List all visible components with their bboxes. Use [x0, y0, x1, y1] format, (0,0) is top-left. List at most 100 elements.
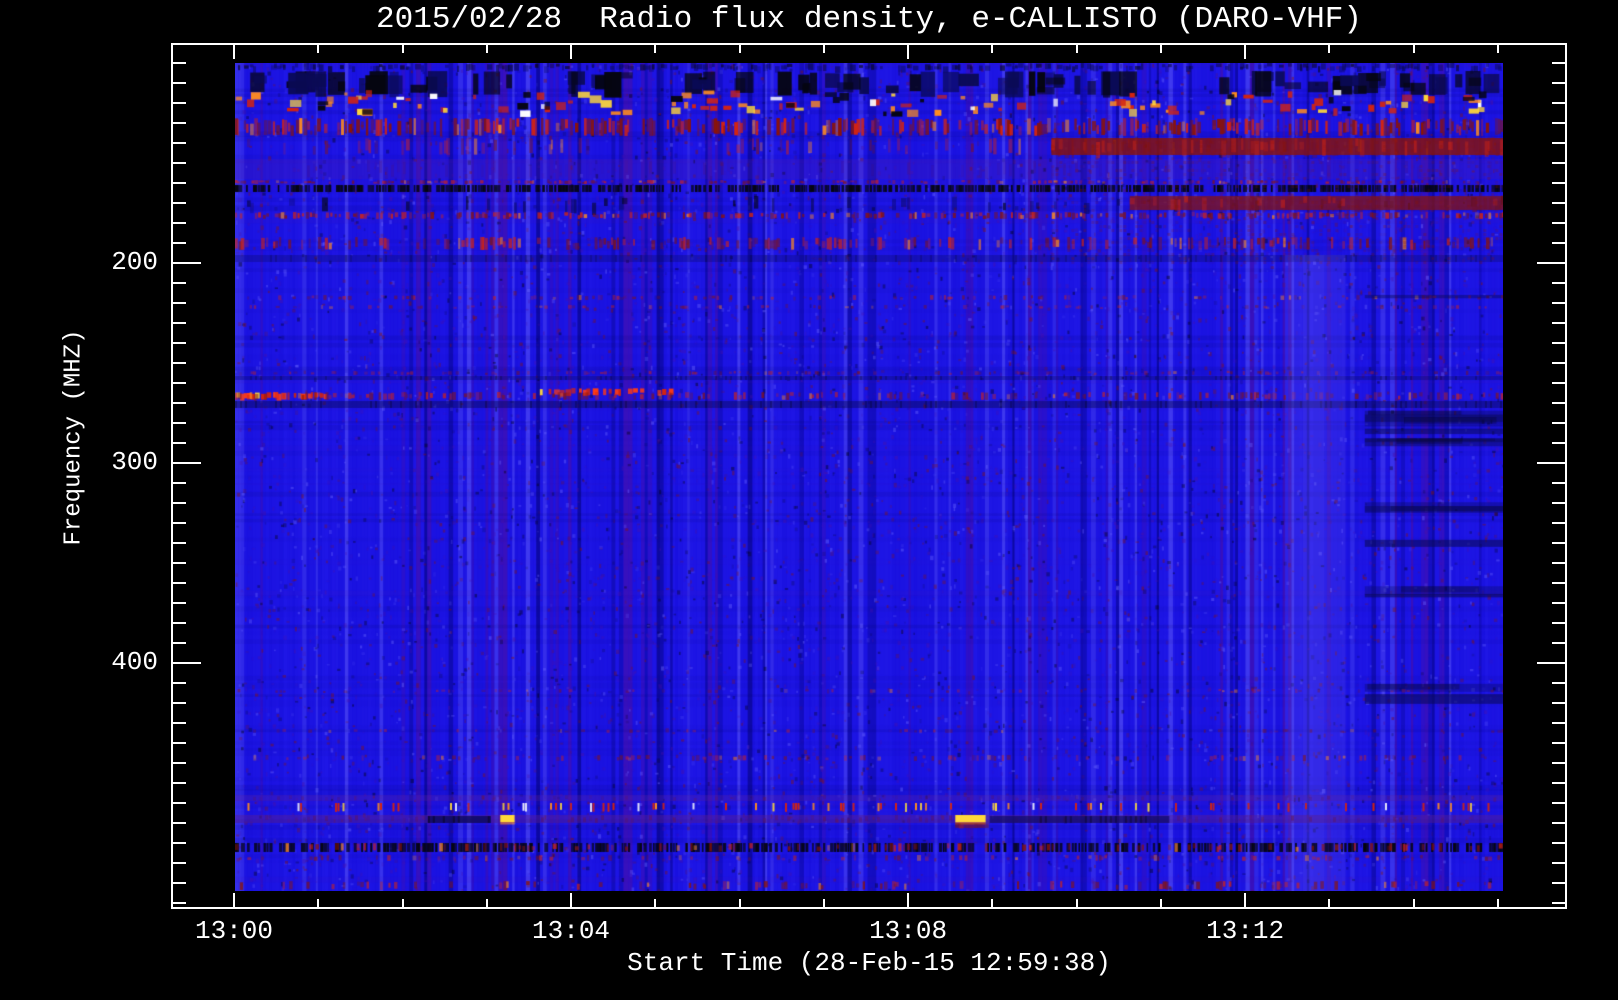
tick-mark [738, 45, 741, 53]
tick-mark [173, 62, 186, 64]
tick-mark [1552, 682, 1565, 684]
tick-mark [173, 602, 186, 604]
tick-mark [991, 899, 994, 907]
x-axis-label: Start Time (28-Feb-15 12:59:38) [627, 948, 1111, 978]
tick-mark [173, 582, 186, 584]
tick-mark [907, 45, 910, 59]
tick-mark [173, 222, 186, 224]
tick-mark [1075, 899, 1078, 907]
tick-mark [173, 242, 186, 244]
tick-mark [1496, 899, 1499, 907]
tick-mark [1552, 402, 1565, 404]
tick-mark [485, 45, 488, 53]
tick-mark [1552, 342, 1565, 344]
tick-mark [317, 899, 320, 907]
tick-mark [1552, 582, 1565, 584]
tick-mark [173, 842, 186, 844]
tick-mark [173, 742, 186, 744]
tick-mark [1552, 242, 1565, 244]
tick-mark [1552, 842, 1565, 844]
tick-mark [173, 402, 186, 404]
tick-mark [822, 45, 825, 53]
tick-mark [738, 899, 741, 907]
tick-mark [173, 722, 186, 724]
tick-mark [570, 45, 573, 59]
tick-mark [991, 45, 994, 53]
tick-mark [1552, 62, 1565, 64]
tick-mark [173, 382, 186, 384]
y-tick-label: 300 [111, 447, 158, 477]
tick-mark [173, 182, 186, 184]
tick-mark [1552, 702, 1565, 704]
tick-mark [1328, 899, 1331, 907]
tick-mark [173, 262, 201, 264]
tick-mark [401, 45, 404, 53]
tick-mark [317, 45, 320, 53]
x-tick-label: 13:12 [1206, 916, 1285, 946]
tick-mark [1552, 422, 1565, 424]
tick-mark [1537, 262, 1565, 264]
tick-mark [173, 762, 186, 764]
tick-mark [1552, 222, 1565, 224]
chart-title: 2015/02/28 Radio flux density, e-CALLIST… [376, 2, 1362, 37]
tick-mark [232, 893, 235, 907]
tick-mark [173, 122, 186, 124]
y-tick-label: 200 [111, 247, 158, 277]
tick-mark [1552, 122, 1565, 124]
tick-mark [485, 899, 488, 907]
tick-mark [173, 442, 186, 444]
y-tick-label: 400 [111, 647, 158, 677]
tick-mark [401, 899, 404, 907]
tick-mark [1552, 322, 1565, 324]
tick-mark [173, 542, 186, 544]
tick-mark [1552, 522, 1565, 524]
x-tick-label: 13:00 [194, 916, 273, 946]
tick-mark [1552, 822, 1565, 824]
tick-mark [1537, 662, 1565, 664]
tick-mark [232, 45, 235, 59]
tick-mark [1075, 45, 1078, 53]
tick-mark [570, 893, 573, 907]
tick-mark [654, 45, 657, 53]
tick-mark [1552, 282, 1565, 284]
tick-mark [173, 102, 186, 104]
tick-mark [173, 642, 186, 644]
tick-mark [173, 702, 186, 704]
tick-mark [1412, 899, 1415, 907]
plot-frame [171, 43, 1567, 909]
tick-mark [173, 482, 186, 484]
tick-mark [1552, 482, 1565, 484]
tick-mark [1412, 45, 1415, 53]
tick-mark [1552, 82, 1565, 84]
tick-mark [173, 362, 186, 364]
tick-mark [173, 342, 186, 344]
tick-mark [173, 302, 186, 304]
tick-mark [907, 893, 910, 907]
tick-mark [1552, 742, 1565, 744]
tick-mark [1552, 902, 1565, 904]
tick-mark [1537, 462, 1565, 464]
tick-mark [1552, 862, 1565, 864]
tick-mark [1552, 362, 1565, 364]
tick-mark [173, 422, 186, 424]
tick-mark [1552, 562, 1565, 564]
tick-mark [1552, 882, 1565, 884]
tick-mark [173, 462, 201, 464]
tick-mark [1159, 899, 1162, 907]
tick-mark [1552, 502, 1565, 504]
tick-mark [1552, 802, 1565, 804]
tick-mark [173, 282, 186, 284]
tick-mark [173, 502, 186, 504]
tick-mark [1552, 782, 1565, 784]
tick-mark [173, 562, 186, 564]
tick-mark [1159, 45, 1162, 53]
tick-mark [1552, 602, 1565, 604]
tick-mark [1552, 142, 1565, 144]
tick-mark [173, 802, 186, 804]
tick-mark [1552, 162, 1565, 164]
tick-mark [173, 782, 186, 784]
tick-mark [1552, 442, 1565, 444]
tick-mark [1552, 622, 1565, 624]
tick-mark [173, 522, 186, 524]
tick-mark [173, 662, 201, 664]
